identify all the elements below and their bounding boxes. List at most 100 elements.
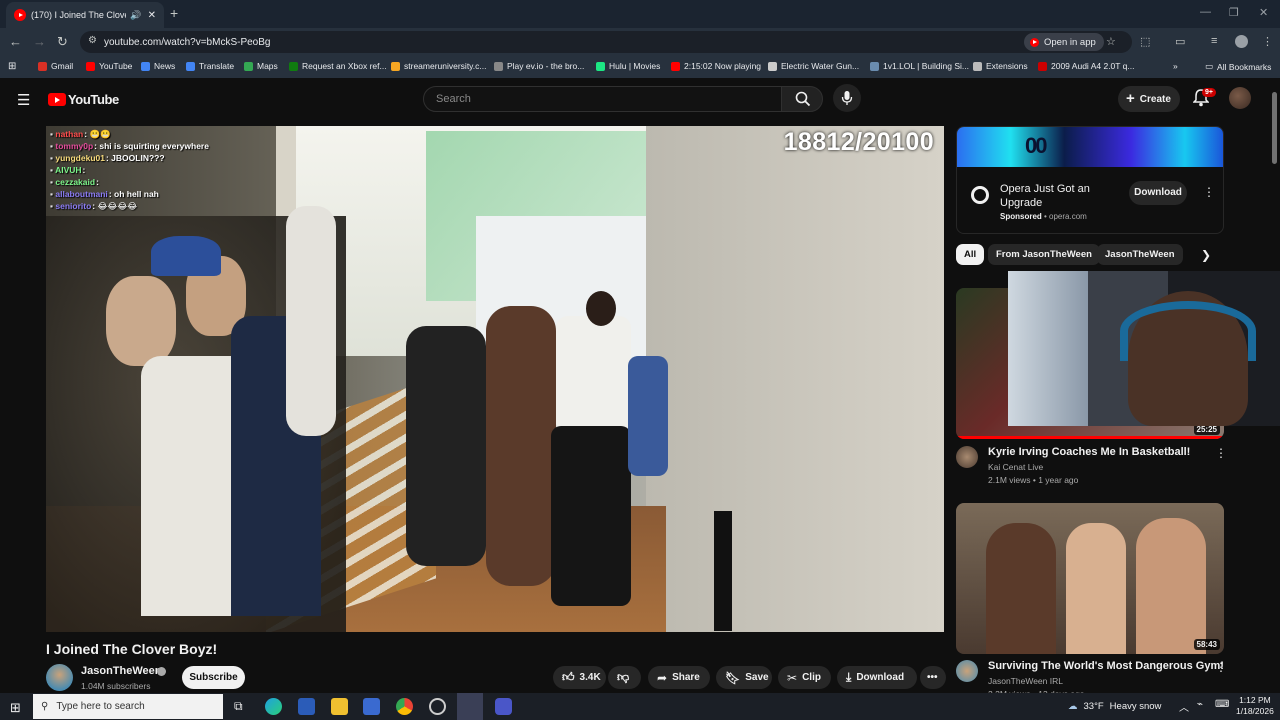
bookmark-item[interactable]: News (141, 61, 175, 71)
save-button[interactable]: 🔖︎ Save (716, 666, 772, 689)
voice-search-button[interactable] (833, 84, 861, 112)
recommendation-channel-avatar[interactable] (956, 660, 978, 682)
task-view-icon[interactable]: ⧉ (234, 699, 243, 714)
filter-chip[interactable]: From JasonTheWeen (988, 244, 1100, 265)
bookmark-favicon-icon (1038, 61, 1047, 71)
microphone-icon (841, 91, 853, 105)
tab-close-icon[interactable]: ✕ (148, 10, 156, 21)
minimize-button[interactable]: — (1200, 6, 1211, 18)
site-info-icon[interactable]: ⚙ (88, 35, 97, 46)
reload-button[interactable]: ↻ (57, 34, 68, 50)
discord-icon[interactable] (457, 693, 483, 720)
file-explorer-icon[interactable] (331, 698, 348, 715)
open-in-app-button[interactable]: Open in app (1024, 33, 1104, 51)
bookmark-item[interactable]: Translate (186, 61, 234, 71)
ad-download-button[interactable]: Download (1129, 181, 1187, 205)
account-avatar[interactable] (1229, 87, 1251, 109)
chips-next-chevron-icon[interactable]: ❯ (1201, 248, 1211, 262)
extensions-icon[interactable]: ⬚ (1140, 35, 1150, 48)
bookmark-item[interactable]: Hulu | Movies (596, 61, 660, 71)
recommendation-more-icon[interactable]: ⋮ (1215, 660, 1227, 674)
youtube-favicon-icon (14, 9, 26, 21)
search-input[interactable]: Search (423, 86, 782, 112)
subscribe-button[interactable]: Subscribe (182, 666, 245, 689)
filter-chip[interactable]: JasonTheWeen (1097, 244, 1183, 265)
bookmark-label: News (154, 61, 176, 71)
stream-chat-overlay: ▪ nathan: 😬😬 ▪ tommy0p: shi is squirting … (50, 128, 209, 212)
weather-widget[interactable]: ☁ 33°F Heavy snow (1068, 701, 1161, 712)
bookmark-item[interactable]: 2009 Audi A4 2.0T q... (1038, 61, 1135, 71)
address-bar[interactable]: ⚙ youtube.com/watch?v=bMckS-PeoBg (80, 31, 1132, 53)
app-icon[interactable] (495, 698, 512, 715)
tray-chevron-icon[interactable]: ︿ (1179, 699, 1189, 714)
back-button[interactable]: ← (9, 34, 22, 49)
channel-name[interactable]: JasonTheWeen (81, 665, 162, 677)
word-icon[interactable] (298, 698, 315, 715)
channel-avatar[interactable] (46, 664, 73, 691)
apps-grid-icon[interactable]: ⊞ (8, 61, 16, 72)
bookmark-item[interactable]: Play ev.io - the bro... (494, 61, 584, 71)
reading-list-icon[interactable]: ≡ (1211, 35, 1217, 47)
bookmark-item[interactable]: Gmail (38, 61, 73, 71)
thumbnail-figure (1136, 518, 1206, 654)
bookmark-item[interactable]: 2:15:02 Now playing (671, 61, 761, 71)
store-icon[interactable] (363, 698, 380, 715)
filter-chip[interactable]: All (956, 244, 985, 265)
recommendation-title[interactable]: Kyrie Irving Coaches Me In Basketball! (988, 446, 1190, 458)
forward-button[interactable]: → (33, 34, 46, 49)
clip-button[interactable]: ✂ Clip (778, 666, 831, 689)
recommendation-more-icon[interactable]: ⋮ (1215, 446, 1227, 460)
new-tab-button[interactable]: + (170, 5, 178, 21)
more-actions-button[interactable]: ••• (920, 666, 946, 689)
audio-icon[interactable]: 🔊 (130, 10, 141, 21)
cast-icon[interactable]: ▭ (1175, 35, 1185, 48)
youtube-logo[interactable]: YouTube (48, 92, 119, 107)
bookmark-item[interactable]: Maps (244, 61, 278, 71)
keyboard-icon[interactable]: ⌨ (1215, 699, 1229, 710)
recommendation-thumbnail[interactable]: 58:43 (956, 503, 1224, 654)
bookmark-item[interactable]: Request an Xbox ref... (289, 61, 387, 71)
network-icon[interactable]: ⌁ (1197, 699, 1203, 710)
youtube-app-icon (1030, 37, 1039, 47)
bookmark-star-icon[interactable]: ☆ (1106, 35, 1116, 48)
hamburger-menu-icon[interactable]: ☰ (17, 91, 30, 109)
bookmark-item[interactable]: 1v1.LOL | Building Si... (870, 61, 969, 71)
clock-app-icon[interactable] (429, 698, 446, 715)
window-close-button[interactable]: ✕ (1259, 6, 1268, 19)
browser-tab[interactable]: (170) I Joined The Clover Bo 🔊 ✕ (6, 2, 164, 28)
edge-icon[interactable] (265, 698, 282, 715)
chrome-icon[interactable] (396, 698, 413, 715)
thumbnail-figure (1066, 523, 1126, 654)
share-button[interactable]: ➦ Share (648, 666, 710, 689)
profile-icon[interactable] (1235, 35, 1248, 48)
bookmark-item[interactable]: Electric Water Gun... (768, 61, 859, 71)
download-button[interactable]: ⤓ Download (837, 666, 917, 689)
youtube-header: ☰ YouTube Search + Create 9+ (0, 80, 1280, 120)
download-icon: ⤓ (846, 670, 852, 684)
taskbar-search-input[interactable]: ⚲ Type here to search (33, 694, 223, 719)
search-button[interactable] (781, 86, 823, 112)
chrome-menu-icon[interactable]: ⋮ (1262, 35, 1273, 48)
bookmark-item[interactable]: Extensions (973, 61, 1028, 71)
restore-button[interactable]: ❐ (1229, 6, 1239, 19)
recommendation-channel-avatar[interactable] (956, 446, 978, 468)
windows-start-icon[interactable]: ⊞ (10, 700, 21, 716)
headset-icon (1120, 301, 1256, 361)
sponsored-ad-card[interactable]: 00 Opera Just Got an Upgrade Sponsored •… (956, 126, 1224, 234)
dislike-button[interactable]: 👎︎ (608, 666, 641, 689)
all-bookmarks-button[interactable]: ▭ All Bookmarks (1205, 61, 1271, 72)
bookmarks-overflow-icon[interactable]: » (1173, 61, 1178, 71)
video-player[interactable]: ▪ nathan: 😬😬 ▪ tommy0p: shi is squirting … (46, 126, 944, 632)
create-button[interactable]: + Create (1118, 86, 1180, 112)
like-button[interactable]: 👍︎ 3.4K (553, 666, 606, 689)
recommendation-title[interactable]: Surviving The World's Most Dangerous Gym… (988, 660, 1224, 672)
page-scrollbar[interactable] (1272, 92, 1277, 164)
recommendation-channel[interactable]: Kai Cenat Live (988, 462, 1043, 472)
bookmark-item[interactable]: YouTube (86, 61, 132, 71)
recommendation-channel[interactable]: JasonTheWeen IRL (988, 676, 1063, 686)
taskbar-clock[interactable]: 1:12 PM 1/18/2026 (1236, 695, 1274, 717)
bookmark-label: 2:15:02 Now playing (684, 61, 762, 71)
bookmark-label: Extensions (986, 61, 1028, 71)
ad-more-icon[interactable]: ⋮ (1203, 185, 1215, 199)
bookmark-item[interactable]: streameruniversity.c... (391, 61, 487, 71)
